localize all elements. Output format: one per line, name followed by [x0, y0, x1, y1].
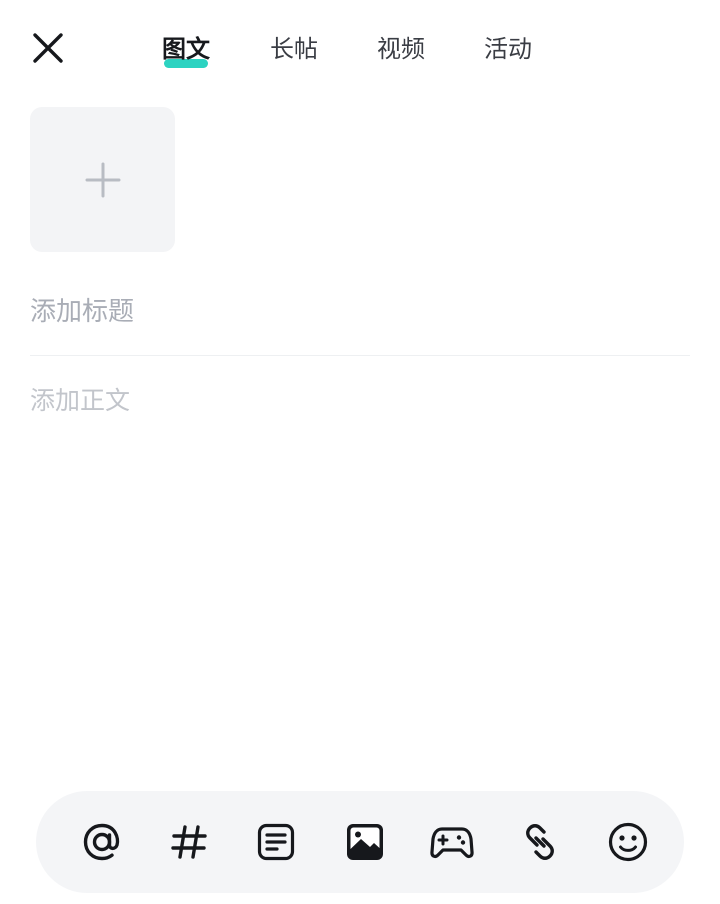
tab-bar: 图文 长帖 视频 活动	[0, 24, 720, 74]
emoji-icon	[608, 822, 648, 862]
tab-long-post[interactable]: 长帖	[270, 32, 318, 66]
link-button[interactable]	[516, 818, 564, 866]
tab-label: 活动	[484, 35, 532, 63]
body-textarea[interactable]	[30, 382, 690, 762]
plus-icon	[85, 162, 120, 197]
emoji-button[interactable]	[604, 818, 652, 866]
mention-button[interactable]	[78, 818, 126, 866]
tab-video[interactable]: 视频	[377, 32, 425, 66]
tab-image-text[interactable]: 图文	[162, 32, 210, 68]
hashtag-button[interactable]	[165, 818, 213, 866]
title-input[interactable]	[30, 288, 690, 336]
editor-toolbar	[36, 791, 684, 893]
hashtag-icon	[171, 825, 207, 859]
gamepad-icon	[430, 827, 474, 859]
insert-image-button[interactable]	[341, 818, 389, 866]
divider	[30, 355, 690, 356]
tab-label: 长帖	[270, 35, 318, 63]
link-icon	[526, 824, 554, 860]
tab-activity[interactable]: 活动	[484, 32, 532, 66]
game-button[interactable]	[428, 818, 476, 866]
add-image-button[interactable]	[30, 107, 175, 252]
tab-label: 图文	[162, 35, 210, 63]
document-icon	[257, 823, 295, 861]
image-icon	[347, 824, 383, 860]
tab-label: 视频	[377, 35, 425, 63]
text-block-button[interactable]	[252, 818, 300, 866]
at-icon	[83, 823, 120, 861]
